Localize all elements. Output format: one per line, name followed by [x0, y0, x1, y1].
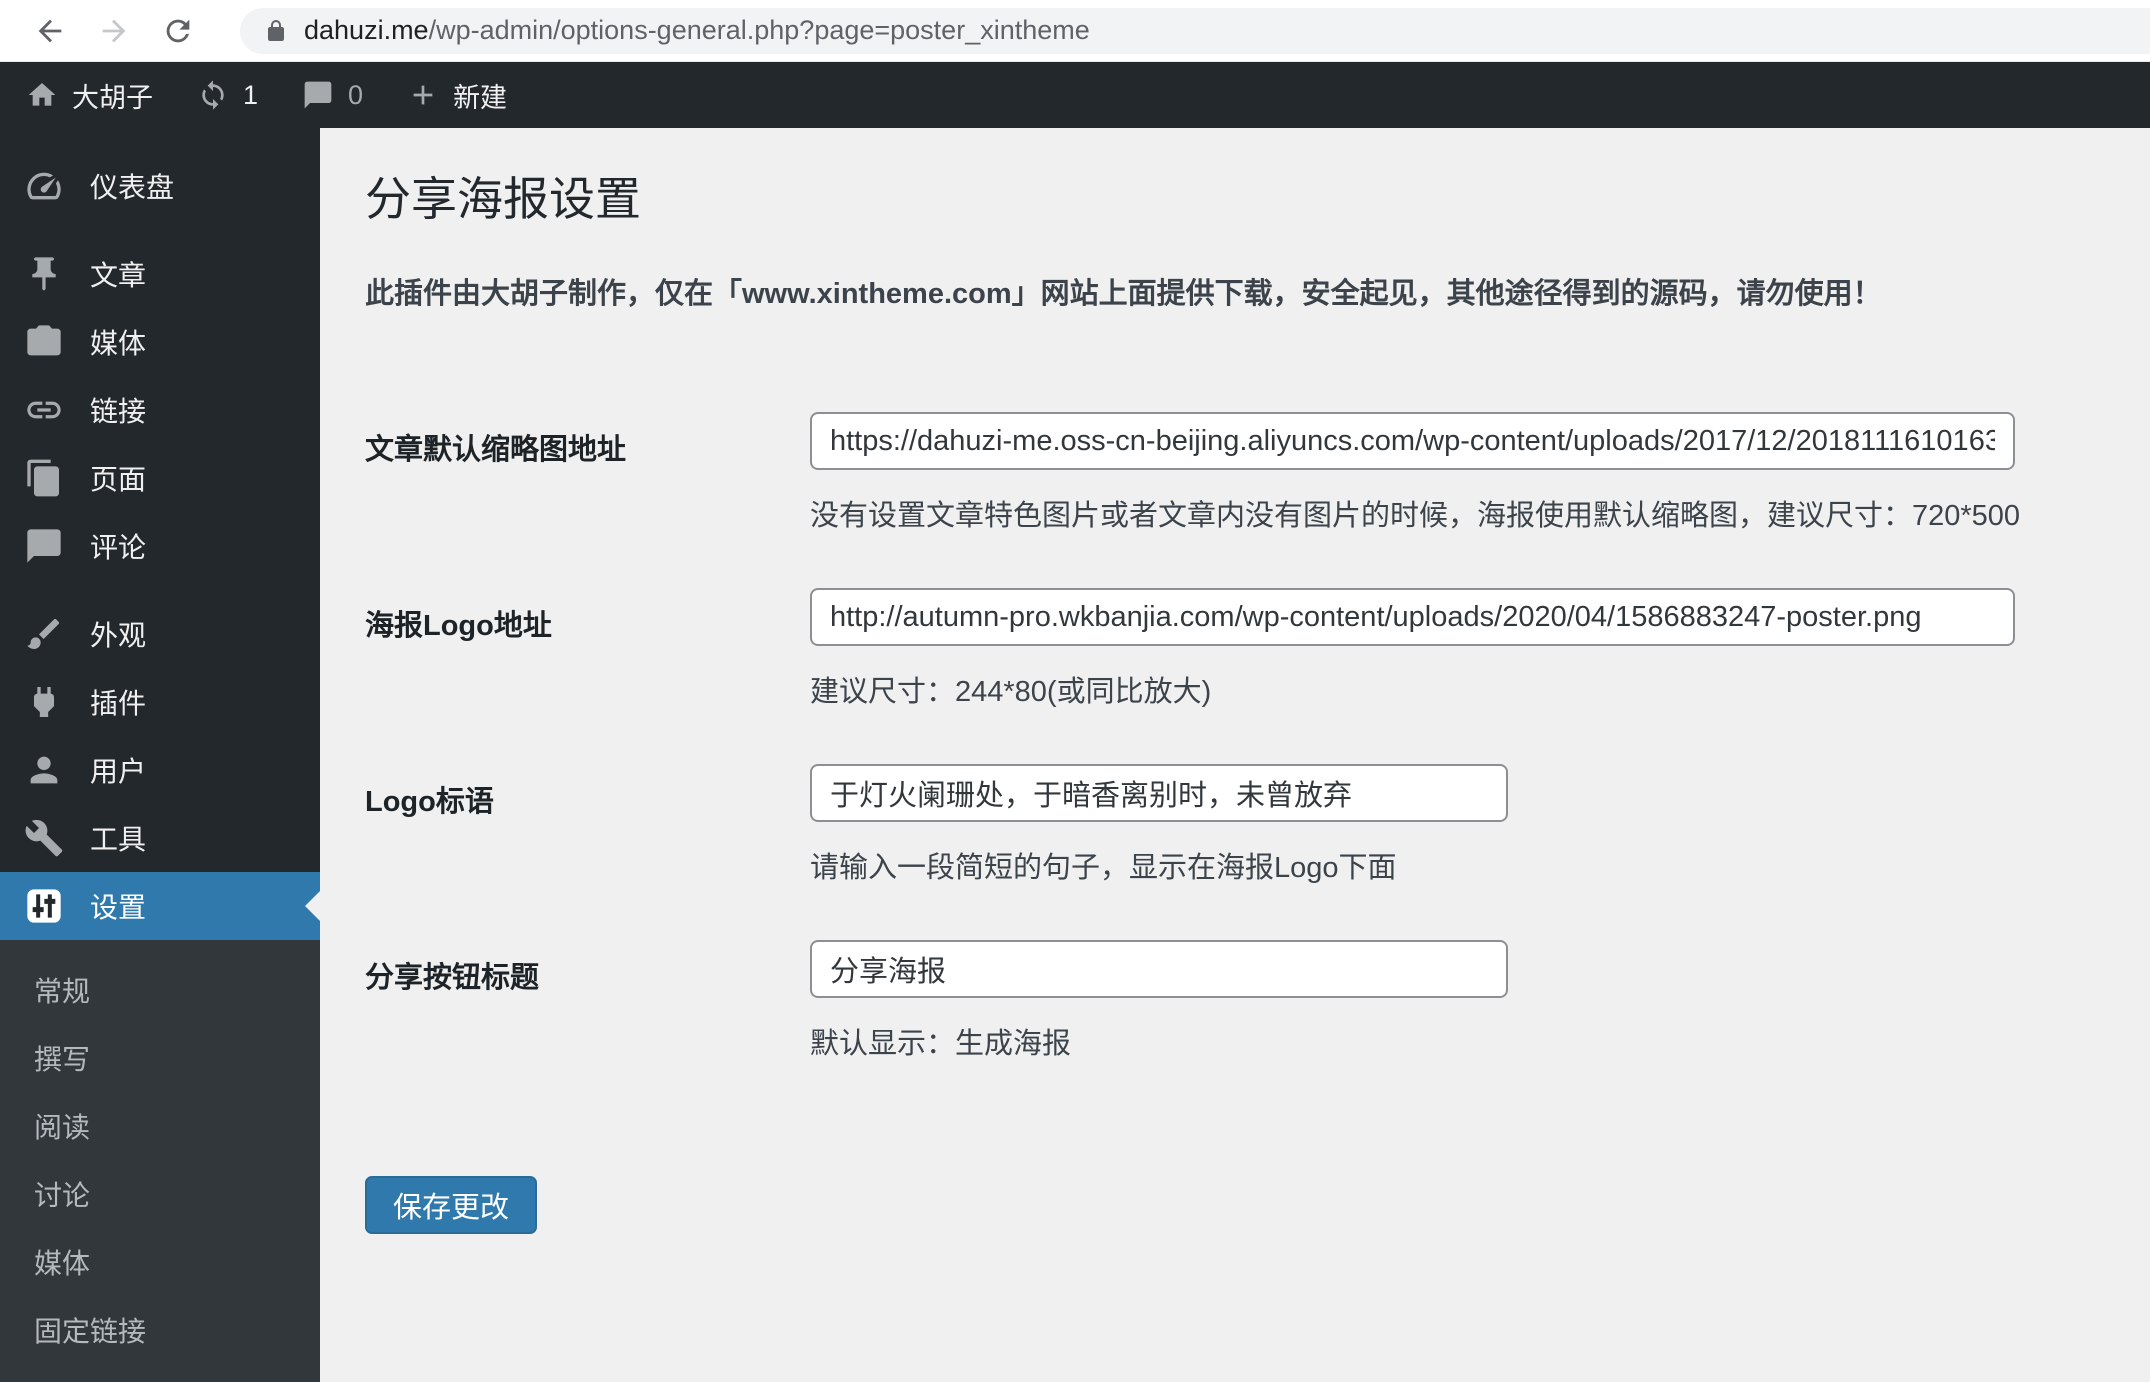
- new-label: 新建: [453, 82, 508, 113]
- browser-reload-button[interactable]: [158, 11, 198, 51]
- submenu-item-general[interactable]: 常规: [0, 956, 320, 1024]
- reload-icon: [166, 19, 190, 42]
- updates-count: 1: [243, 79, 259, 110]
- admin-bar-new[interactable]: 新建: [407, 76, 507, 115]
- sidebar-item-label: 仪表盘: [90, 172, 175, 203]
- sidebar-item-label: 评论: [90, 532, 147, 563]
- sidebar-item-label: 外观: [90, 620, 147, 651]
- submenu-item-discussion[interactable]: 讨论: [0, 1160, 320, 1228]
- settings-submenu: 常规 撰写 阅读 讨论 媒体 固定链接 文章分享海报: [0, 940, 320, 1382]
- sidebar-item-label: 媒体: [90, 328, 147, 359]
- sidebar-item-label: 文章: [90, 260, 147, 291]
- page-title: 分享海报设置: [365, 173, 641, 225]
- settings-form: 文章默认缩略图地址 没有设置文章特色图片或者文章内没有图片的时候，海报使用默认缩…: [365, 412, 2110, 1234]
- field-help: 请输入一段简短的句子，显示在海报Logo下面: [810, 852, 1397, 884]
- comment-bubble-icon: [304, 81, 332, 109]
- sidebar-item-settings[interactable]: 设置: [0, 872, 320, 940]
- field-help: 没有设置文章特色图片或者文章内没有图片的时候，海报使用默认缩略图，建议尺寸：72…: [810, 500, 2021, 532]
- admin-bar-site-menu[interactable]: 大胡子: [26, 76, 153, 115]
- dashboard-icon: [27, 172, 61, 200]
- sidebar-item-label: 页面: [90, 464, 147, 495]
- main-content: 分享海报设置 此插件由大胡子制作，仅在「www.xintheme.com」网站上…: [320, 128, 2150, 1382]
- address-bar[interactable]: dahuzi.me/wp-admin/options-general.php?p…: [240, 7, 2150, 54]
- link-icon: [27, 401, 61, 419]
- home-icon: [28, 83, 56, 106]
- submenu-item-writing[interactable]: 撰写: [0, 1024, 320, 1092]
- sidebar-item-label: 设置: [90, 892, 147, 923]
- current-menu-arrow: [305, 891, 320, 921]
- plus-icon: [413, 85, 433, 105]
- lock-icon: [268, 19, 284, 41]
- menu-separator: [0, 220, 320, 240]
- field-label: 文章默认缩略图地址: [365, 434, 627, 466]
- user-icon: [30, 756, 58, 784]
- plugin-notice: 此插件由大胡子制作，仅在「www.xintheme.com」网站上面提供下载，安…: [365, 278, 1882, 310]
- field-label: Logo标语: [365, 786, 494, 818]
- field-help: 默认显示：生成海报: [810, 1028, 1072, 1060]
- default-thumbnail-url-input[interactable]: [810, 412, 2015, 470]
- form-row: 海报Logo地址 建议尺寸：244*80(或同比放大): [365, 588, 2110, 710]
- sidebar-item-pages[interactable]: 页面: [0, 444, 320, 512]
- admin-bar-comments[interactable]: 0: [302, 79, 363, 111]
- sidebar-item-media[interactable]: 媒体: [0, 308, 320, 376]
- url-path: /wp-admin/options-general.php?page=poste…: [428, 15, 1090, 45]
- poster-logo-url-input[interactable]: [810, 588, 2015, 646]
- sidebar-item-posts[interactable]: 文章: [0, 240, 320, 308]
- submenu-item-reading[interactable]: 阅读: [0, 1092, 320, 1160]
- comment-bubble-icon: [27, 529, 61, 563]
- sidebar-item-label: 插件: [90, 688, 147, 719]
- menu-separator: [0, 580, 320, 600]
- browser-back-button[interactable]: [30, 11, 70, 51]
- submenu-item-share-poster[interactable]: 文章分享海报: [0, 1364, 320, 1382]
- field-help: 建议尺寸：244*80(或同比放大): [810, 676, 1212, 708]
- share-button-title-input[interactable]: [810, 940, 1508, 998]
- updates-icon: [202, 80, 224, 110]
- logo-slogan-input[interactable]: [810, 764, 1508, 822]
- sidebar-item-dashboard[interactable]: 仪表盘: [0, 152, 320, 220]
- submenu-item-permalinks[interactable]: 固定链接: [0, 1296, 320, 1364]
- plugin-icon: [34, 687, 54, 717]
- url-domain: dahuzi.me: [304, 15, 429, 45]
- wp-sidebar: 仪表盘 文章 媒体 链接 页面 评论 外观 插件 用户 工具 设置 常规 撰写 …: [0, 128, 320, 1382]
- pin-icon: [32, 257, 56, 291]
- sidebar-item-plugins[interactable]: 插件: [0, 668, 320, 736]
- sidebar-item-label: 链接: [90, 396, 147, 427]
- sidebar-item-label: 工具: [90, 824, 147, 855]
- sidebar-item-users[interactable]: 用户: [0, 736, 320, 804]
- sidebar-item-tools[interactable]: 工具: [0, 804, 320, 872]
- submenu-item-media[interactable]: 媒体: [0, 1228, 320, 1296]
- form-row: Logo标语 请输入一段简短的句子，显示在海报Logo下面: [365, 764, 2110, 886]
- browser-forward-button: [94, 11, 134, 51]
- browser-toolbar: dahuzi.me/wp-admin/options-general.php?p…: [0, 0, 2150, 62]
- back-arrow-icon: [38, 19, 62, 42]
- form-row: 文章默认缩略图地址 没有设置文章特色图片或者文章内没有图片的时候，海报使用默认缩…: [365, 412, 2110, 534]
- form-row: 分享按钮标题 默认显示：生成海报: [365, 940, 2110, 1062]
- admin-bar-updates[interactable]: 1: [197, 79, 258, 111]
- url-text: dahuzi.me/wp-admin/options-general.php?p…: [304, 15, 1090, 46]
- field-label: 海报Logo地址: [365, 610, 552, 642]
- save-changes-button[interactable]: 保存更改: [365, 1176, 538, 1234]
- comments-count: 0: [348, 79, 364, 110]
- field-label: 分享按钮标题: [365, 962, 540, 994]
- pages-icon: [27, 459, 59, 497]
- brush-icon: [27, 618, 60, 649]
- wrench-icon: [25, 819, 63, 857]
- sidebar-item-links[interactable]: 链接: [0, 376, 320, 444]
- settings-sliders-icon: [27, 889, 61, 923]
- sidebar-item-label: 用户: [90, 756, 147, 787]
- wp-admin-bar: 大胡子 1 0 新建: [0, 62, 2150, 128]
- site-name: 大胡子: [72, 82, 153, 113]
- sidebar-item-appearance[interactable]: 外观: [0, 600, 320, 668]
- forward-arrow-icon: [102, 19, 126, 42]
- camera-icon: [27, 325, 61, 356]
- sidebar-item-comments[interactable]: 评论: [0, 512, 320, 580]
